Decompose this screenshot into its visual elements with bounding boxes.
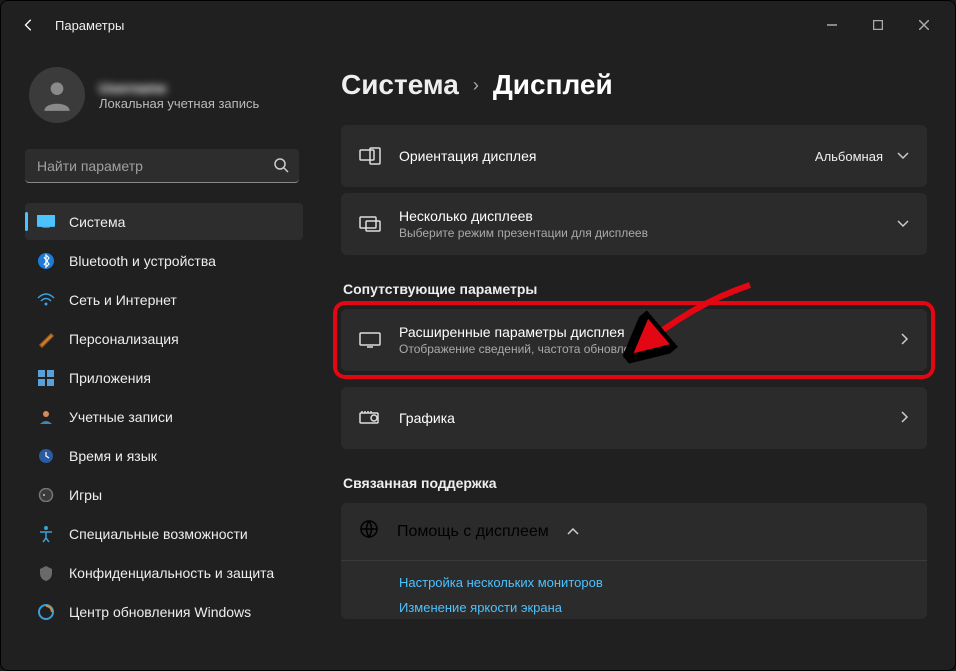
sidebar-item-label: Время и язык: [69, 448, 157, 464]
globe-icon: [359, 519, 379, 544]
window-title: Параметры: [55, 18, 124, 33]
card-title: Ориентация дисплея: [399, 148, 797, 164]
card-graphics[interactable]: Графика: [341, 387, 927, 449]
accessibility-icon: [37, 525, 55, 543]
brush-icon: [37, 330, 55, 348]
sidebar-item-personalization[interactable]: Персонализация: [25, 320, 303, 357]
card-title: Несколько дисплеев: [399, 208, 879, 224]
chevron-up-icon: [567, 525, 579, 539]
chevron-down-icon: [897, 149, 909, 163]
maximize-button[interactable]: [855, 9, 901, 41]
search-icon: [273, 157, 289, 178]
main-content: Система › Дисплей Ориентация дисплея Аль…: [311, 49, 955, 670]
bluetooth-icon: [37, 252, 55, 270]
chevron-right-icon: ›: [473, 75, 479, 96]
section-related: Сопутствующие параметры: [343, 281, 927, 297]
sidebar-item-label: Система: [69, 214, 125, 230]
sidebar-item-label: Учетные записи: [69, 409, 173, 425]
sidebar-item-network[interactable]: Сеть и Интернет: [25, 281, 303, 318]
card-orientation[interactable]: Ориентация дисплея Альбомная: [341, 125, 927, 187]
sidebar-item-bluetooth[interactable]: Bluetooth и устройства: [25, 242, 303, 279]
clock-icon: [37, 447, 55, 465]
sidebar-item-label: Персонализация: [69, 331, 179, 347]
display-icon: [37, 213, 55, 231]
graphics-icon: [359, 410, 381, 426]
back-button[interactable]: [9, 5, 49, 45]
card-multiple-displays[interactable]: Несколько дисплеев Выберите режим презен…: [341, 193, 927, 255]
search-input[interactable]: [25, 149, 299, 183]
breadcrumb-root[interactable]: Система: [341, 69, 459, 101]
card-advanced-display[interactable]: Расширенные параметры дисплея Отображени…: [341, 309, 927, 371]
sidebar-item-label: Специальные возможности: [69, 526, 248, 542]
sidebar-item-label: Приложения: [69, 370, 151, 386]
select-value: Альбомная: [815, 149, 883, 164]
help-link[interactable]: Изменение яркости экрана: [399, 600, 909, 615]
sidebar-item-accounts[interactable]: Учетные записи: [25, 398, 303, 435]
card-title: Помощь с дисплеем: [397, 523, 549, 541]
monitor-icon: [359, 332, 381, 348]
displays-icon: [359, 216, 381, 232]
help-link[interactable]: Настройка нескольких мониторов: [399, 575, 909, 590]
sidebar-item-label: Сеть и Интернет: [69, 292, 177, 308]
chevron-right-icon: [901, 411, 909, 426]
titlebar: Параметры: [1, 1, 955, 49]
apps-icon: [37, 369, 55, 387]
sidebar-item-gaming[interactable]: Игры: [25, 476, 303, 513]
settings-window: Параметры Username Локальная учетная зап…: [0, 0, 956, 671]
sidebar-item-update[interactable]: Центр обновления Windows: [25, 593, 303, 630]
nav: Система Bluetooth и устройства Сеть и Ин…: [25, 203, 303, 630]
wifi-icon: [37, 291, 55, 309]
avatar: [29, 67, 85, 123]
update-icon: [37, 603, 55, 621]
user-block[interactable]: Username Локальная учетная запись: [25, 59, 303, 141]
card-subtitle: Отображение сведений, частота обновления: [399, 342, 883, 356]
breadcrumb-leaf: Дисплей: [493, 69, 613, 101]
minimize-button[interactable]: [809, 9, 855, 41]
orientation-icon: [359, 147, 381, 165]
user-name: Username: [99, 80, 259, 96]
chevron-right-icon: [901, 333, 909, 348]
sidebar-item-label: Конфиденциальность и защита: [69, 565, 274, 581]
gamepad-icon: [37, 486, 55, 504]
help-header[interactable]: Помощь с дисплеем: [341, 503, 927, 560]
shield-icon: [37, 564, 55, 582]
sidebar-item-privacy[interactable]: Конфиденциальность и защита: [25, 554, 303, 591]
person-icon: [37, 408, 55, 426]
sidebar-item-system[interactable]: Система: [25, 203, 303, 240]
card-help: Помощь с дисплеем Настройка нескольких м…: [341, 503, 927, 619]
card-subtitle: Выберите режим презентации для дисплеев: [399, 226, 879, 240]
close-button[interactable]: [901, 9, 947, 41]
sidebar-item-label: Bluetooth и устройства: [69, 253, 216, 269]
orientation-select[interactable]: Альбомная: [815, 149, 909, 164]
sidebar: Username Локальная учетная запись Систем…: [1, 49, 311, 670]
breadcrumb: Система › Дисплей: [341, 69, 927, 101]
card-title: Графика: [399, 410, 883, 426]
sidebar-item-apps[interactable]: Приложения: [25, 359, 303, 396]
card-title: Расширенные параметры дисплея: [399, 324, 883, 340]
sidebar-item-label: Игры: [69, 487, 102, 503]
section-support: Связанная поддержка: [343, 475, 927, 491]
sidebar-item-accessibility[interactable]: Специальные возможности: [25, 515, 303, 552]
sidebar-item-label: Центр обновления Windows: [69, 604, 251, 620]
account-type: Локальная учетная запись: [99, 96, 259, 111]
sidebar-item-time[interactable]: Время и язык: [25, 437, 303, 474]
chevron-down-icon: [897, 217, 909, 231]
